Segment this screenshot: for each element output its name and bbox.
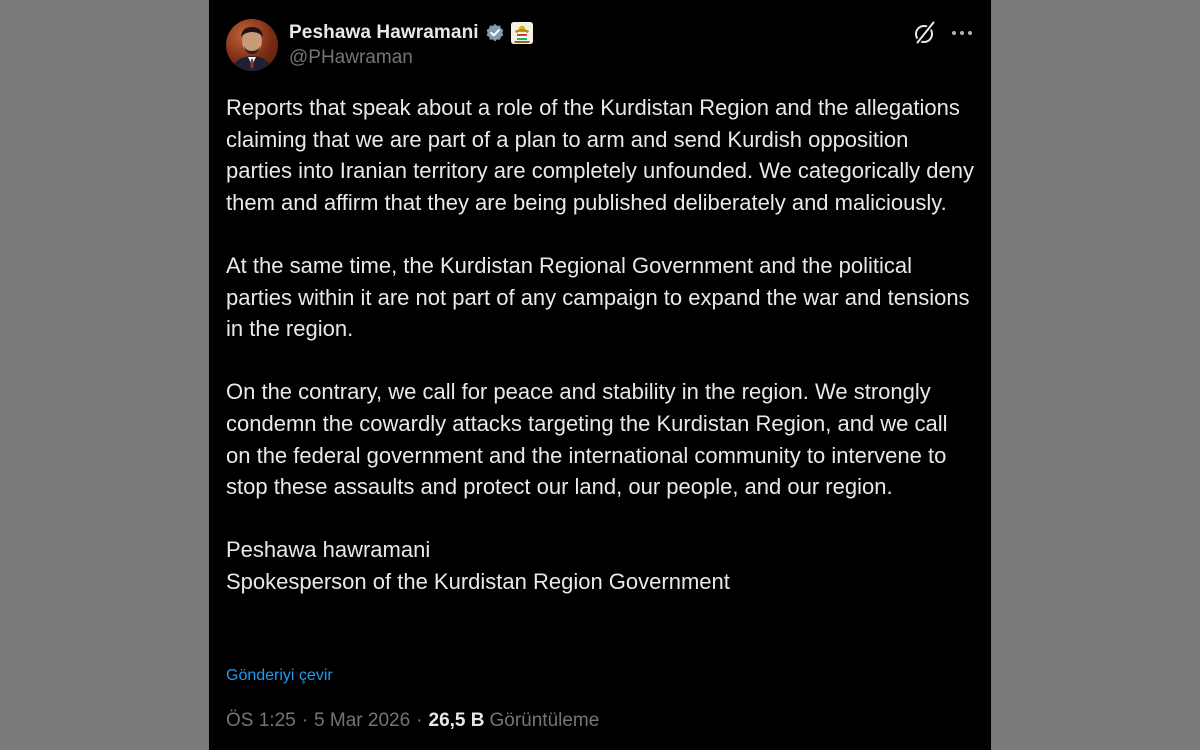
views-label: Görüntüleme [489, 710, 600, 731]
post-date[interactable]: 5 Mar 2026 [314, 710, 410, 732]
tweet-text: Reports that speak about a role of the K… [226, 92, 974, 598]
author-display-name[interactable]: Peshawa Hawramani [289, 22, 479, 44]
kurdistan-government-emblem-icon[interactable] [510, 22, 533, 44]
views-count: 26,5 B [428, 710, 485, 731]
tweet-paragraph: At the same time, the Kurdistan Regional… [226, 252, 970, 342]
separator: · [416, 710, 423, 731]
signature-title: Spokesperson of the Kurdistan Region Gov… [226, 568, 730, 594]
separator: · [301, 710, 309, 731]
author-avatar[interactable] [226, 19, 278, 71]
more-horizontal-icon[interactable] [949, 20, 975, 46]
tweet-card: Peshawa Hawramani @PHawraman Reports tha… [209, 0, 991, 750]
grok-icon[interactable] [912, 20, 938, 46]
tweet-paragraph: Reports that speak about a role of the K… [226, 95, 974, 215]
translate-post-link[interactable]: Gönderiyi çevir [226, 667, 333, 685]
signature-name: Peshawa hawramani [226, 537, 431, 563]
author-name-row: Peshawa Hawramani [289, 20, 533, 46]
profile-photo-icon [232, 27, 272, 71]
author-handle[interactable]: @PHawraman [289, 47, 413, 69]
post-time[interactable]: ÖS 1:25 [226, 710, 296, 732]
tweet-paragraph: On the contrary, we call for peace and s… [226, 379, 948, 500]
tweet-meta: ÖS 1:25 · 5 Mar 2026 · 26,5 B Görüntülem… [226, 710, 599, 732]
verified-badge-icon[interactable] [485, 23, 505, 43]
